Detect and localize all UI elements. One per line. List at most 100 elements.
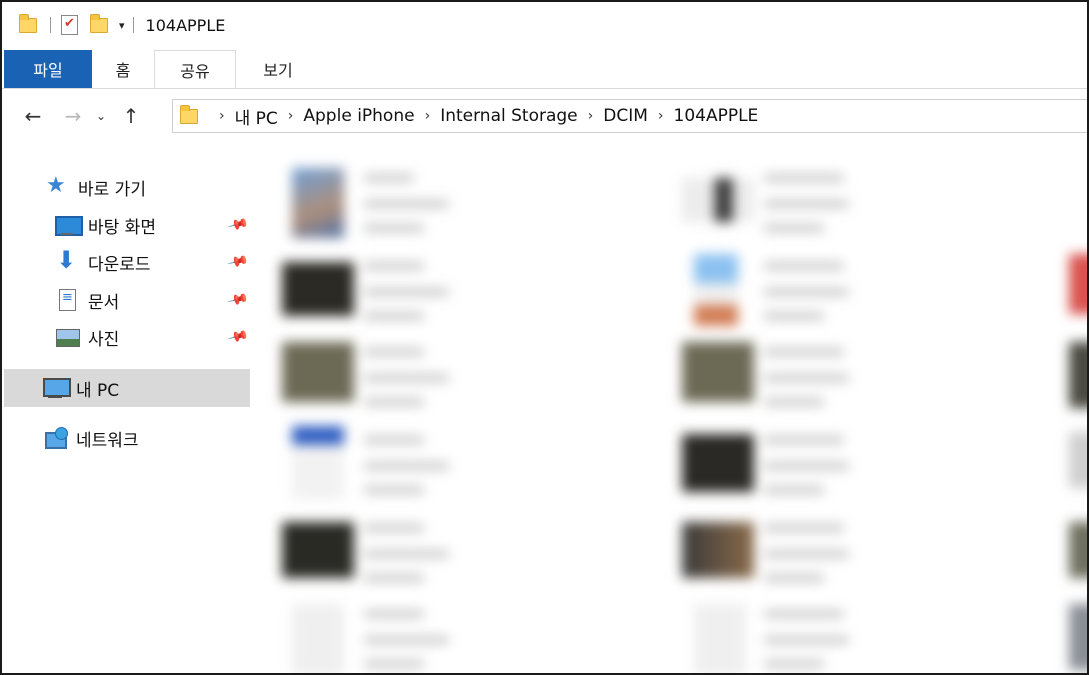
tab-view[interactable]: 보기 (236, 50, 320, 88)
sidebar-item-label: 바로 가기 (78, 179, 146, 200)
pin-icon[interactable]: 📌 (226, 289, 249, 312)
file-size-text (364, 312, 424, 320)
breadcrumb-chevron-icon[interactable]: › (288, 108, 294, 124)
breadcrumb-internal-storage[interactable]: Internal Storage (440, 106, 577, 126)
file-type-text (364, 200, 449, 208)
customize-quick-access-icon[interactable]: ▾ (119, 19, 125, 32)
file-type-text (764, 550, 849, 558)
tab-file[interactable]: 파일 (4, 50, 92, 88)
file-size-text (764, 398, 824, 406)
file-thumbnail[interactable] (292, 604, 344, 673)
sidebar-item-label: 사진 (88, 329, 120, 350)
file-thumbnail[interactable] (682, 342, 754, 402)
pin-icon[interactable]: 📌 (226, 251, 249, 274)
file-name-text (764, 262, 844, 270)
divider (2, 88, 1087, 89)
network-icon (42, 426, 68, 450)
file-thumbnail[interactable] (282, 522, 354, 578)
file-thumbnail[interactable] (682, 434, 754, 492)
divider (50, 17, 51, 33)
star-icon (44, 173, 70, 199)
file-thumbnail[interactable] (694, 254, 738, 326)
download-icon (54, 246, 80, 274)
file-thumbnail[interactable] (1069, 522, 1087, 578)
pin-icon[interactable]: 📌 (226, 326, 249, 349)
file-thumbnail[interactable] (1069, 342, 1087, 408)
sidebar-item-pictures[interactable]: 사진 📌 (4, 319, 250, 355)
sidebar-item-network[interactable]: 네트워크 (4, 420, 250, 456)
breadcrumb-current-folder[interactable]: 104APPLE (674, 106, 759, 126)
file-thumbnail[interactable] (282, 262, 354, 316)
tab-home[interactable]: 홈 (92, 50, 154, 88)
file-thumbnail[interactable] (282, 342, 354, 402)
sidebar-item-quick-access[interactable]: 바로 가기 (4, 169, 250, 205)
sidebar-item-downloads[interactable]: 다운로드 📌 (4, 244, 250, 280)
file-thumbnail[interactable] (682, 522, 754, 578)
file-thumbnail[interactable] (292, 426, 344, 500)
breadcrumb-this-pc[interactable]: 내 PC (235, 104, 278, 129)
folder-icon[interactable] (18, 14, 40, 36)
address-bar[interactable]: › 내 PC › Apple iPhone › Internal Storage… (172, 99, 1087, 133)
file-type-text (764, 288, 849, 296)
file-type-text (764, 636, 849, 644)
file-type-text (364, 288, 449, 296)
pin-icon[interactable]: 📌 (226, 214, 249, 237)
file-size-text (364, 224, 424, 232)
computer-icon (42, 376, 71, 400)
title-bar: ▾ 104APPLE (2, 2, 1087, 48)
tab-share[interactable]: 공유 (154, 50, 236, 88)
file-name-text (764, 174, 844, 182)
file-thumbnail[interactable] (1069, 254, 1087, 314)
file-name-text (764, 524, 844, 532)
file-type-text (764, 374, 849, 382)
sidebar-item-documents[interactable]: 문서 📌 (4, 282, 250, 318)
file-thumbnail[interactable] (292, 168, 344, 238)
navigation-bar: ← → ⌄ ↑ › 내 PC › Apple iPhone › Internal… (2, 94, 1087, 138)
file-name-text (364, 262, 424, 270)
file-thumbnail[interactable] (694, 604, 746, 673)
file-name-text (364, 610, 424, 618)
new-folder-icon[interactable] (89, 14, 111, 36)
breadcrumb-chevron-icon[interactable]: › (658, 108, 664, 124)
file-name-text (364, 524, 424, 532)
file-size-text (364, 574, 424, 582)
file-size-text (364, 660, 424, 668)
explorer-window: ▾ 104APPLE 파일 홈 공유 보기 ← → ⌄ ↑ › 내 PC › A… (0, 0, 1089, 675)
up-arrow-icon[interactable]: ↑ (116, 101, 146, 131)
file-name-text (764, 610, 844, 618)
sidebar-item-label: 다운로드 (88, 254, 151, 275)
file-thumbnail[interactable] (1069, 604, 1087, 670)
file-thumbnail[interactable] (682, 178, 754, 222)
pictures-icon (54, 325, 80, 349)
file-name-text (764, 436, 844, 444)
back-arrow-icon[interactable]: ← (18, 101, 48, 131)
file-list[interactable] (254, 142, 1087, 673)
file-size-text (764, 660, 824, 668)
file-type-text (764, 462, 849, 470)
file-name-text (364, 174, 414, 182)
forward-arrow-icon[interactable]: → (58, 101, 88, 131)
breadcrumb-chevron-icon[interactable]: › (219, 108, 225, 124)
sidebar-item-label: 네트워크 (76, 430, 139, 451)
file-type-text (364, 550, 449, 558)
blurred-content (254, 142, 1087, 673)
file-size-text (364, 486, 424, 494)
file-name-text (364, 348, 424, 356)
recent-locations-chevron-icon[interactable]: ⌄ (92, 101, 110, 131)
file-size-text (764, 486, 824, 494)
file-type-text (764, 200, 849, 208)
desktop-icon (54, 213, 83, 237)
breadcrumb-chevron-icon[interactable]: › (588, 108, 594, 124)
sidebar-item-desktop[interactable]: 바탕 화면 📌 (4, 207, 250, 243)
sidebar-item-label: 문서 (88, 292, 120, 313)
document-icon (54, 288, 80, 312)
breadcrumb-apple-iphone[interactable]: Apple iPhone (303, 106, 414, 126)
sidebar-item-this-pc[interactable]: 내 PC (4, 369, 250, 407)
file-type-text (364, 636, 449, 644)
properties-icon[interactable] (59, 14, 81, 36)
file-size-text (764, 224, 824, 232)
breadcrumb-dcim[interactable]: DCIM (603, 106, 648, 126)
breadcrumb-chevron-icon[interactable]: › (425, 108, 431, 124)
file-thumbnail[interactable] (1069, 432, 1087, 488)
window-title: 104APPLE (145, 15, 226, 35)
